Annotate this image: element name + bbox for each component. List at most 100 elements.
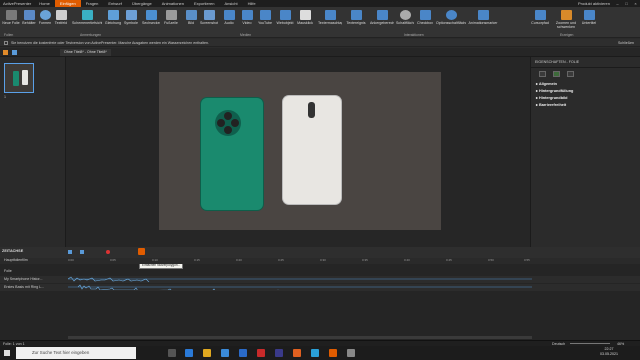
document-icon bbox=[3, 50, 8, 55]
section-allgemein[interactable]: ▸ Allgemein bbox=[531, 80, 640, 87]
zoom-slider[interactable] bbox=[570, 343, 610, 344]
section-barrierefreiheit[interactable]: ▸ Barrierefreiheit bbox=[531, 101, 640, 108]
phone-green bbox=[201, 98, 263, 210]
document-tab[interactable]: Ohne Titel8* - Ohne Titel8* bbox=[60, 49, 111, 56]
store-icon[interactable] bbox=[221, 349, 229, 357]
tab-ansicht[interactable]: Ansicht bbox=[219, 0, 242, 7]
minimize-icon[interactable]: – bbox=[613, 0, 622, 7]
maximize-icon[interactable]: □ bbox=[622, 0, 631, 7]
mouseclick-button[interactable]: Mausklick bbox=[296, 9, 314, 33]
tab-home[interactable]: Home bbox=[34, 0, 55, 7]
youtube-button[interactable]: YouTube bbox=[256, 9, 274, 33]
new-slide-button[interactable]: Neue Folie bbox=[2, 9, 20, 33]
taskbar-search-input[interactable]: Zur Suche Text hier eingeben bbox=[16, 347, 136, 359]
taskbar-clock[interactable]: 22:27 03.05.2021 bbox=[600, 347, 618, 357]
option-button[interactable]: Optionsschaltfläche bbox=[436, 9, 466, 33]
color-icon[interactable] bbox=[553, 71, 560, 77]
video-icon bbox=[241, 10, 253, 20]
trial-info-text: Sie benutzen die kostenfreie oder Testve… bbox=[11, 40, 209, 45]
app-icon[interactable] bbox=[275, 349, 283, 357]
footer-button[interactable]: Fußzeile bbox=[162, 9, 180, 33]
sechsecken-button[interactable]: Sechsecken bbox=[142, 9, 160, 33]
group-label-anmerkungen: Anmerkungen bbox=[80, 33, 102, 37]
timeline-toolbar bbox=[0, 247, 640, 258]
camera-module bbox=[215, 110, 241, 136]
timeline-title: ZEITACHSE bbox=[2, 249, 24, 253]
pause-icon[interactable] bbox=[80, 250, 84, 254]
textbox-button[interactable]: Textfeld bbox=[52, 9, 70, 33]
infobar-close-button[interactable]: Schließen bbox=[618, 41, 634, 45]
layout-icon[interactable] bbox=[567, 71, 574, 77]
track-folie[interactable]: Folie bbox=[0, 268, 640, 275]
play-icon[interactable] bbox=[68, 250, 72, 254]
explorer-icon[interactable] bbox=[203, 349, 211, 357]
chrome-icon[interactable] bbox=[347, 349, 355, 357]
slide-filmstrip: 1 bbox=[0, 57, 66, 247]
tab-hilfe[interactable]: Hilfe bbox=[243, 0, 261, 7]
tab-exportieren[interactable]: Exportieren bbox=[189, 0, 219, 7]
section-hintergrundbild[interactable]: ▸ Hintergrundbild bbox=[531, 94, 640, 101]
text-event-icon bbox=[350, 10, 362, 20]
keyboard-icon bbox=[324, 10, 336, 20]
windows-start-icon[interactable] bbox=[4, 350, 10, 356]
group-label-erzeigen: Erzeigen bbox=[560, 33, 574, 37]
slide-thumbnail[interactable] bbox=[4, 63, 34, 93]
firefox-icon[interactable] bbox=[293, 349, 301, 357]
cursorpath-button[interactable]: Cursorpfad bbox=[528, 9, 552, 33]
track-audio-1[interactable]: My Smartphone Histor... bbox=[0, 276, 640, 283]
schaltflaeche-button[interactable]: Schaltfläche bbox=[396, 9, 414, 33]
image-button[interactable]: Bild bbox=[182, 9, 200, 33]
tab-entwurf[interactable]: Entwurf bbox=[103, 0, 127, 7]
anker-button[interactable]: Ankergeberecht bbox=[370, 9, 394, 33]
task-view-icon[interactable] bbox=[168, 349, 176, 357]
info-checkbox[interactable] bbox=[4, 40, 8, 45]
symbols-button[interactable]: Symbole bbox=[122, 9, 140, 33]
app2-icon[interactable] bbox=[311, 349, 319, 357]
phone-white bbox=[283, 96, 341, 204]
video-button[interactable]: Video bbox=[238, 9, 256, 33]
tab-animationen[interactable]: Animationen bbox=[157, 0, 189, 7]
slide-photo[interactable] bbox=[159, 72, 441, 230]
textereignis-button[interactable]: Textereignis bbox=[344, 9, 368, 33]
tab-uebergaenge[interactable]: Übergänge bbox=[127, 0, 157, 7]
audio-waveform-2 bbox=[68, 284, 532, 290]
tab-einfuegen[interactable]: Einfügen bbox=[54, 0, 81, 7]
screenshot-icon bbox=[203, 10, 215, 20]
screenshot-button[interactable]: Screenshot bbox=[200, 9, 218, 33]
subtitle-button[interactable]: Untertitel bbox=[580, 9, 598, 33]
track-audio-2[interactable]: Erstes Basis mit Ring L... bbox=[0, 284, 640, 291]
edge-icon[interactable] bbox=[185, 349, 193, 357]
acrobat-icon[interactable] bbox=[257, 349, 265, 357]
audio-button[interactable]: Audio bbox=[220, 9, 238, 33]
clock-date: 03.05.2021 bbox=[600, 352, 618, 356]
subtitle-icon bbox=[583, 10, 595, 20]
group-label-folien: Folien bbox=[4, 33, 14, 37]
activepresenter-icon[interactable] bbox=[329, 349, 337, 357]
globe-icon bbox=[279, 10, 291, 20]
menubar: ActivePresenter Home Einfügen Fragen Ent… bbox=[0, 0, 640, 7]
webobject-button[interactable]: Webobjekt bbox=[276, 9, 294, 33]
timeline-scrollbar[interactable] bbox=[68, 336, 532, 339]
checkbox-icon bbox=[419, 10, 431, 20]
texteingabe-button[interactable]: Textermaschtag bbox=[318, 9, 342, 33]
tab-fragen[interactable]: Fragen bbox=[81, 0, 104, 7]
slide-icon bbox=[5, 10, 17, 20]
group-label-interaktionen: Interaktionen bbox=[404, 33, 424, 37]
image-icon bbox=[185, 10, 197, 20]
fill-icon[interactable] bbox=[539, 71, 546, 77]
record-icon[interactable] bbox=[106, 250, 110, 254]
trial-infobar: Sie benutzen die kostenfreie oder Testve… bbox=[0, 39, 640, 47]
button-icon bbox=[399, 10, 411, 20]
document-tabbar: Ohne Titel8* - Ohne Titel8* bbox=[0, 48, 640, 57]
polygon-tool-icon[interactable] bbox=[138, 248, 145, 255]
save-icon[interactable] bbox=[12, 50, 17, 55]
mail-icon[interactable] bbox=[239, 349, 247, 357]
timeline-ruler: Hauptfolienfilm 0:00 0:05 0:10 0:15 0:20… bbox=[0, 258, 640, 264]
layer-name[interactable]: Hauptfolienfilm bbox=[4, 258, 28, 262]
close-icon[interactable]: × bbox=[631, 0, 640, 7]
checkbox-button[interactable]: Checkbox bbox=[416, 9, 434, 33]
section-hintergrundfuellung[interactable]: ▸ Hintergrundfüllung bbox=[531, 87, 640, 94]
schema-button[interactable]: Schemenertiefsicht bbox=[72, 9, 102, 33]
animationsmarker-button[interactable]: Animationsmarker bbox=[468, 9, 498, 33]
equation-button[interactable]: Gleichung bbox=[104, 9, 122, 33]
